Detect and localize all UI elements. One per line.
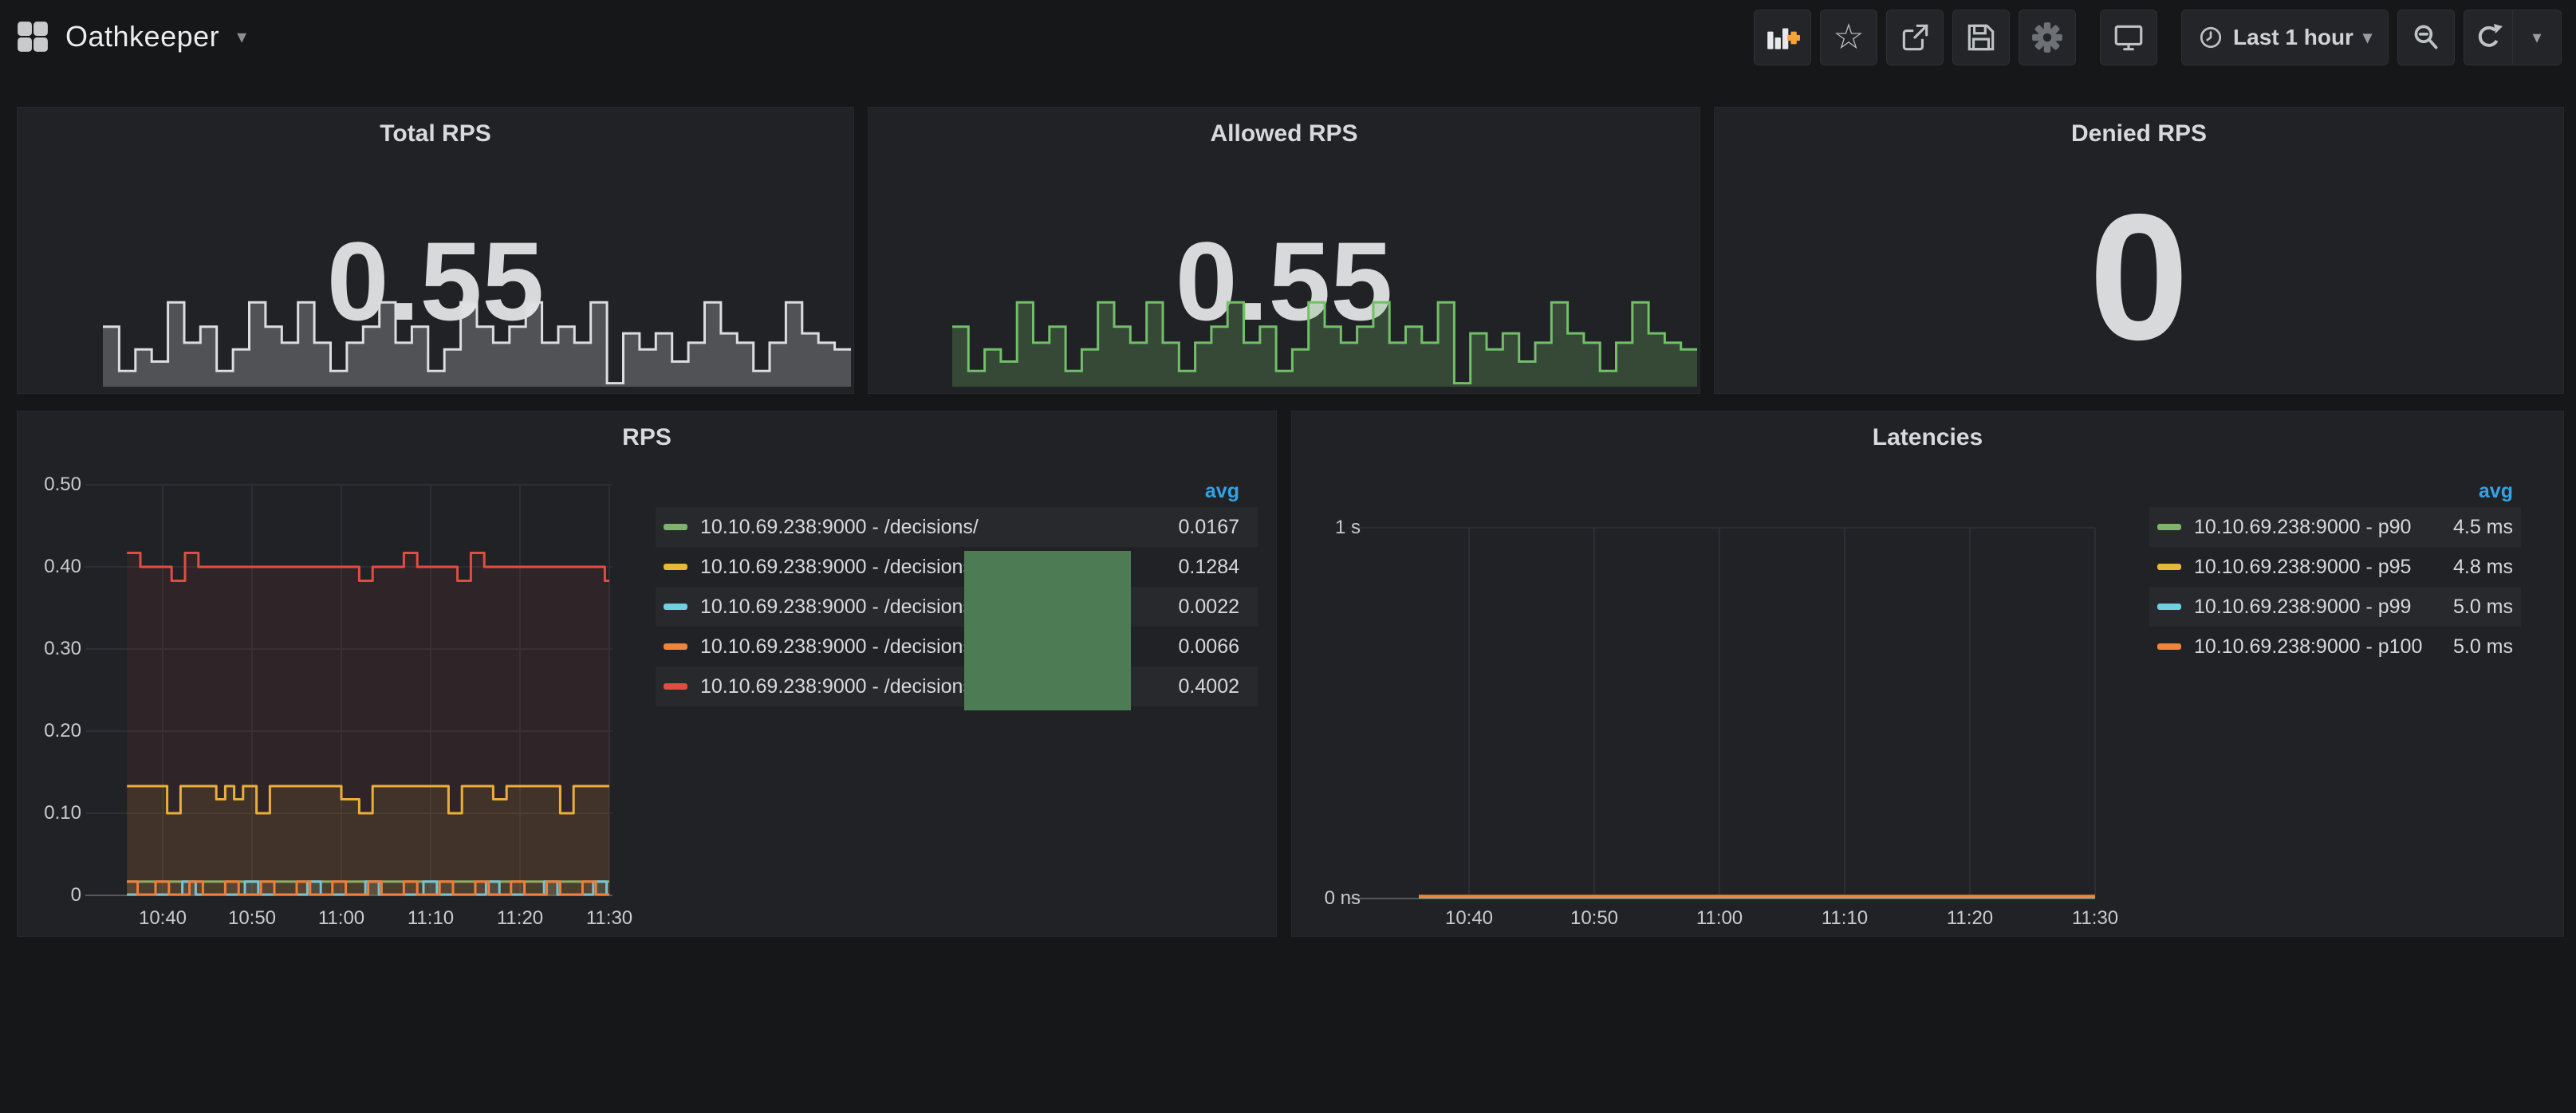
latencies-legend: avg 10.10.69.238:9000 - p904.5 ms10.10.6…: [2149, 475, 2521, 667]
navbar: Oathkeeper ▾: [0, 0, 2576, 80]
share-dashboard-button[interactable]: [1886, 10, 1944, 65]
legend-series-swatch[interactable]: [664, 643, 687, 650]
legend-avg-value: 0.4002: [1179, 675, 1239, 698]
y-axis-tick-label: 0 ns: [1289, 887, 1361, 910]
legend-avg-value: 5.0 ms: [2453, 596, 2513, 619]
legend-avg-value: 0.0167: [1179, 516, 1239, 539]
rps-legend: avg 10.10.69.238:9000 - /decisions/0.016…: [656, 475, 1258, 706]
tv-monitor-icon: [2112, 21, 2145, 54]
legend-series-label[interactable]: 10.10.69.238:9000 - /decisions/: [700, 516, 1166, 539]
legend-series-swatch[interactable]: [2157, 643, 2181, 650]
panel-latencies-graph: Latencies 10:40 10:50 11:00 11:10 11:20 11:30…: [1291, 411, 2564, 937]
y-axis-tick-label: 0.20: [10, 720, 81, 742]
panel-title[interactable]: RPS: [18, 424, 1276, 451]
x-axis-tick-label: 11:10: [1789, 907, 1900, 930]
y-axis-tick-label: 0.30: [10, 638, 81, 660]
legend-row: 10.10.69.238:9000 - p95 4.8 ms: [2149, 547, 2521, 587]
x-axis-tick-label: 11:30: [553, 907, 665, 930]
share-icon: [1898, 21, 1932, 54]
legend-series-label[interactable]: 10.10.69.238:9000 - p90: [2194, 516, 2440, 539]
x-axis-tick-label: 10:40: [1413, 907, 1525, 930]
legend-row: 10.10.69.238:9000 - /decisions/0.0066: [656, 627, 1258, 667]
y-axis-tick-label: 0.40: [10, 556, 81, 578]
x-axis-tick-label: 11:30: [2039, 907, 2151, 930]
legend-avg-value: 5.0 ms: [2453, 635, 2513, 659]
dashboard-title[interactable]: Oathkeeper: [65, 20, 219, 53]
panel-denied-rps: Denied RPS 0: [1714, 107, 2564, 394]
x-axis-tick-label: 11:20: [1914, 907, 2026, 930]
stat-value: 0: [1715, 187, 2563, 367]
x-axis-tick-label: 11:00: [1664, 907, 1775, 930]
dashboard-title-caret-icon[interactable]: ▾: [237, 26, 246, 49]
panel-title[interactable]: Total RPS: [18, 120, 853, 147]
gear-icon: [2030, 21, 2064, 54]
legend-series-swatch[interactable]: [2157, 564, 2181, 570]
panel-total-rps: Total RPS 0.55: [17, 107, 854, 394]
legend-series-swatch[interactable]: [664, 524, 687, 530]
panel-title[interactable]: Latencies: [1292, 424, 2563, 451]
caret-down-icon: ▾: [2532, 27, 2541, 48]
legend-series-swatch[interactable]: [664, 564, 687, 570]
star-dashboard-button[interactable]: ☆: [1820, 10, 1877, 65]
sparkline: [952, 289, 1697, 387]
clock-icon: [2198, 25, 2223, 50]
cycle-view-mode-button[interactable]: [2100, 10, 2157, 65]
y-axis-tick-label: 0.10: [10, 802, 81, 824]
legend-series-label[interactable]: 10.10.69.238:9000 - p100: [2194, 635, 2440, 659]
time-range-label: Last 1 hour: [2233, 25, 2353, 50]
legend-series-swatch[interactable]: [2157, 604, 2181, 610]
legend-row: 10.10.69.238:9000 - /decisions/0.0022: [656, 587, 1258, 627]
legend-row: 10.10.69.238:9000 - /decisions/0.0167: [656, 507, 1258, 547]
legend-avg-value: 0.0066: [1179, 635, 1239, 659]
y-axis-tick-label: 1 s: [1289, 517, 1361, 539]
legend-avg-value: 0.0022: [1179, 596, 1239, 619]
save-dashboard-button[interactable]: [1952, 10, 2010, 65]
legend-row: 10.10.69.238:9000 - p90 4.5 ms: [2149, 507, 2521, 547]
legend-series-label[interactable]: 10.10.69.238:9000 - p95: [2194, 556, 2440, 579]
add-panel-icon: [1764, 21, 1801, 54]
legend-avg-header[interactable]: avg: [2479, 480, 2513, 503]
legend-series-swatch[interactable]: [664, 604, 687, 610]
zoom-out-button[interactable]: [2397, 10, 2455, 65]
legend-row: 10.10.69.238:9000 - p99 5.0 ms: [2149, 587, 2521, 627]
save-icon: [1964, 21, 1998, 54]
sparkline: [103, 289, 851, 387]
refresh-icon: [2472, 22, 2504, 53]
toolbar: ☆: [1745, 10, 2562, 65]
green-overlay-artifact: [964, 551, 1131, 710]
x-axis-tick-label: 10:50: [1538, 907, 1650, 930]
dashboard-grid-icon[interactable]: [16, 20, 49, 53]
legend-row: 10.10.69.238:9000 - /decisions/0.4002: [656, 667, 1258, 706]
add-panel-button[interactable]: [1754, 10, 1811, 65]
y-axis-tick-label: 0: [10, 884, 81, 907]
panel-rps-graph: RPS 10:4010:5011:0011:1011:2011:300.500.…: [17, 411, 1277, 937]
grafana-dashboard: Oathkeeper ▾: [0, 0, 2576, 1113]
legend-avg-value: 4.8 ms: [2453, 556, 2513, 579]
panel-title[interactable]: Allowed RPS: [869, 120, 1700, 147]
star-icon: ☆: [1833, 20, 1864, 55]
legend-row: 10.10.69.238:9000 - p100 5.0 ms: [2149, 627, 2521, 667]
panel-title[interactable]: Denied RPS: [1715, 120, 2563, 147]
legend-avg-value: 4.5 ms: [2453, 516, 2513, 539]
legend-avg-header[interactable]: avg: [1205, 480, 1239, 503]
refresh-interval-caret-button[interactable]: ▾: [2513, 10, 2561, 65]
time-range-caret-icon: ▾: [2363, 27, 2372, 48]
legend-series-label[interactable]: 10.10.69.238:9000 - p99: [2194, 596, 2440, 619]
panel-allowed-rps: Allowed RPS 0.55: [868, 107, 1700, 394]
legend-series-swatch[interactable]: [664, 683, 687, 690]
legend-avg-value: 0.1284: [1179, 556, 1239, 579]
time-range-picker[interactable]: Last 1 hour ▾: [2181, 10, 2389, 65]
y-axis-tick-label: 0.50: [10, 474, 81, 496]
zoom-out-magnifier-icon: [2409, 21, 2443, 54]
dashboard-settings-button[interactable]: [2019, 10, 2076, 65]
legend-series-swatch[interactable]: [2157, 524, 2181, 530]
refresh-button[interactable]: [2464, 10, 2512, 65]
legend-row: 10.10.69.238:9000 - /decisions/0.1284: [656, 547, 1258, 587]
refresh-button-group: ▾: [2464, 10, 2562, 65]
